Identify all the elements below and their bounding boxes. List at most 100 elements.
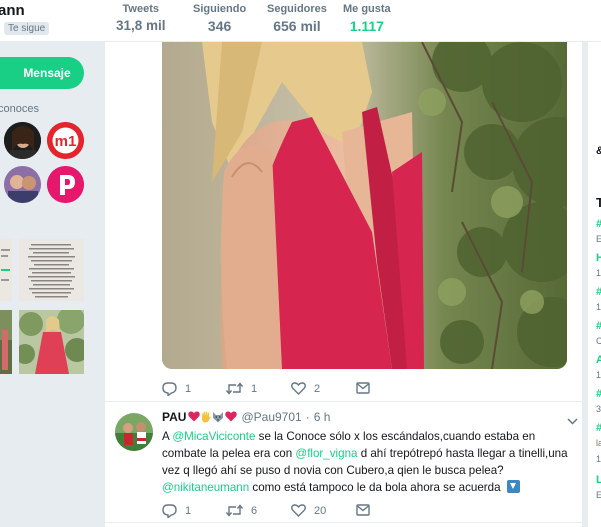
direct-message-action[interactable] — [356, 382, 378, 394]
avatar-image — [4, 122, 41, 159]
media-thumbnail[interactable] — [19, 310, 84, 374]
trends-title-fragment: T — [596, 195, 601, 210]
reply-text-part: A — [162, 430, 173, 443]
like-icon — [291, 382, 306, 395]
retweet-count: 6 — [251, 504, 258, 517]
follows-you-badge: Te sigue — [4, 22, 50, 35]
profile-name: ann — [0, 2, 25, 19]
reply-action[interactable]: 1 — [162, 504, 191, 518]
known-follower-avatar[interactable] — [4, 166, 41, 203]
retweet-icon — [226, 504, 243, 517]
stat-followers-value: 656 mil — [273, 18, 321, 34]
trend-count-fragment: 1 — [596, 454, 601, 464]
like-action[interactable]: 20 — [291, 504, 326, 517]
trend-fragment[interactable]: A — [596, 354, 601, 366]
stat-following[interactable]: Siguiendo 346 — [193, 3, 246, 34]
trend-fragment[interactable]: # — [596, 320, 601, 332]
like-action[interactable]: 2 — [291, 382, 320, 395]
timeline-column: 1 1 2 PAU @Pau9701 · 6 h A @MicaVicicont… — [105, 42, 582, 527]
thumbnail-image — [0, 239, 12, 301]
reply-separator: · — [305, 410, 310, 424]
red-heart-icon — [225, 411, 238, 422]
envelope-icon — [356, 382, 370, 394]
trend-count-fragment: E — [596, 490, 601, 500]
known-follower-avatar[interactable] — [4, 122, 41, 159]
trends-column: & T # E H 1 # 1 # C A 1 # 3 # la 1 L E — [588, 42, 601, 527]
like-count: 2 — [314, 382, 321, 395]
trend-fragment[interactable]: # — [596, 388, 601, 400]
svg-text:m1: m1 — [55, 133, 77, 150]
chevron-down-icon — [567, 418, 578, 425]
retweet-action[interactable]: 6 — [226, 504, 257, 517]
tweet-photo-image — [162, 42, 567, 369]
trend-fragment[interactable]: # — [596, 286, 601, 298]
m1-logo-icon: m1 — [47, 122, 84, 159]
thumbnail-text-image — [19, 239, 84, 301]
thumbnail-image — [0, 310, 12, 374]
like-icon — [291, 504, 306, 517]
media-thumbnail[interactable] — [19, 239, 84, 301]
tweet-divider — [105, 401, 582, 402]
reply-count: 1 — [185, 383, 192, 395]
stat-following-value: 346 — [207, 18, 232, 34]
mention-link[interactable]: @MicaViciconte — [172, 430, 255, 443]
stat-likes-value: 1.117 — [349, 18, 384, 34]
reply-icon — [162, 504, 177, 518]
known-followers-label: conoces — [0, 103, 39, 115]
down-arrow-emoji-icon — [506, 480, 520, 493]
reply-header: PAU @Pau9701 · 6 h — [162, 410, 330, 424]
reply-icon — [162, 382, 177, 396]
known-follower-avatar-m1[interactable]: m1 — [47, 122, 84, 159]
stat-tweets-value: 31,8 mil — [116, 18, 166, 33]
mention-link[interactable]: @flor_vigna — [295, 447, 357, 460]
retweet-icon — [226, 382, 243, 395]
like-count: 20 — [314, 504, 327, 517]
trend-count-fragment: E — [596, 234, 601, 244]
direct-message-action[interactable] — [356, 504, 378, 516]
trend-fragment[interactable]: L — [596, 474, 601, 486]
reply-action[interactable]: 1 — [162, 382, 191, 396]
tweet-divider — [105, 522, 582, 523]
p-logo-icon — [47, 166, 84, 203]
media-thumbnail[interactable] — [0, 239, 12, 301]
trend-count-fragment: C — [596, 336, 601, 346]
reply-count: 1 — [185, 505, 192, 517]
trend-fragment[interactable]: # — [596, 218, 601, 230]
stat-following-label: Siguiendo — [193, 3, 247, 15]
wolf-icon — [213, 412, 224, 423]
reply-handle[interactable]: @Pau9701 — [241, 410, 301, 424]
reply-author-avatar[interactable] — [115, 413, 153, 451]
retweet-action[interactable]: 1 — [226, 382, 257, 395]
trend-count-fragment: 1 — [596, 370, 601, 380]
trend-count-fragment: 1 — [596, 268, 601, 278]
stat-tweets-label: Tweets — [122, 3, 159, 15]
trend-count-fragment: 1 — [596, 302, 601, 312]
tweet-actions: 1 1 2 — [162, 382, 567, 402]
stat-followers[interactable]: Seguidores 656 mil — [267, 3, 327, 34]
mention-link[interactable]: @nikitaneumann — [162, 481, 249, 494]
trend-fragment: & — [596, 145, 601, 157]
avatar-image — [115, 413, 153, 451]
profile-nav-bar: ann Te sigue Tweets 31,8 mil Siguiendo 3… — [0, 0, 601, 45]
trend-fragment[interactable]: # — [596, 422, 601, 434]
envelope-icon — [356, 504, 370, 516]
trend-count-fragment: la — [596, 438, 601, 448]
reply-username[interactable]: PAU — [162, 410, 186, 424]
trend-count-fragment: 3 — [596, 404, 601, 414]
stat-likes[interactable]: Me gusta 1.117 — [331, 3, 403, 45]
reply-timestamp[interactable]: 6 h — [314, 410, 331, 424]
reply-text: A @MicaViciconte se la Conoce sólo x los… — [162, 428, 574, 496]
media-thumbnail[interactable] — [0, 310, 12, 374]
username-emojis — [188, 411, 238, 423]
known-follower-avatar-p[interactable] — [47, 166, 84, 203]
reply-tweet-actions: 1 6 20 — [162, 504, 567, 524]
stat-likes-label: Me gusta — [343, 3, 391, 15]
red-heart-icon — [188, 411, 201, 422]
raised-hand-icon — [202, 411, 212, 423]
stat-followers-label: Seguidores — [267, 3, 327, 15]
trend-fragment[interactable]: H — [596, 252, 601, 264]
stat-tweets[interactable]: Tweets 31,8 mil — [116, 3, 166, 33]
tweet-photo[interactable] — [162, 42, 567, 369]
message-button[interactable]: Mensaje — [0, 57, 84, 89]
retweet-count: 1 — [251, 382, 258, 395]
